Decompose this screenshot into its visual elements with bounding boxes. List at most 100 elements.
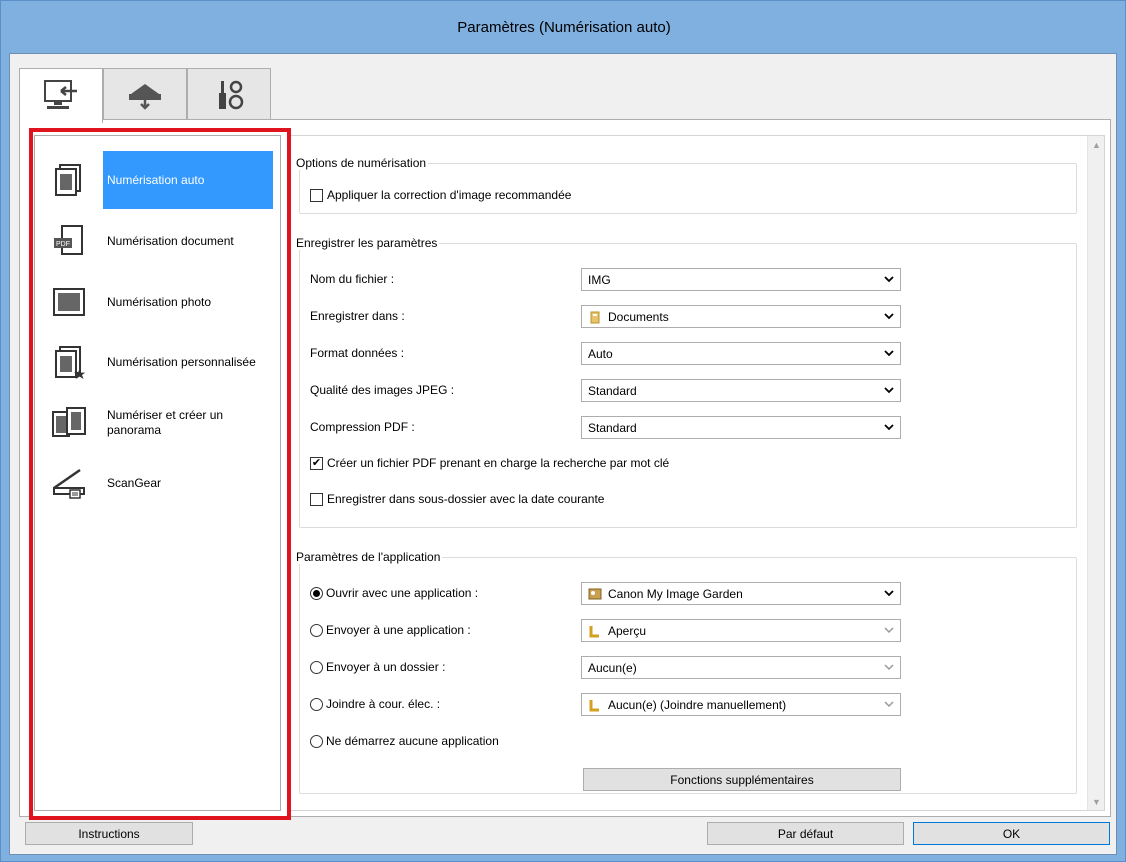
chevron-down-icon (883, 624, 895, 636)
attach-email-option[interactable]: Joindre à cour. élec. : (310, 693, 440, 715)
send-to-app-radio[interactable] (310, 623, 323, 637)
mode-item-custom-scan[interactable]: Numérisation personnalisée (35, 333, 280, 391)
folder-icon (588, 698, 602, 712)
pdf-compression-value: Standard (588, 420, 637, 435)
open-with-app-option[interactable]: Ouvrir avec une application : (310, 582, 478, 604)
save-in-label: Enregistrer dans : (310, 309, 405, 323)
no-app-option[interactable]: Ne démarrez aucune application (310, 730, 499, 752)
send-to-folder-label: Envoyer à un dossier : (326, 660, 446, 674)
tab-scan-from-panel[interactable] (103, 68, 187, 120)
send-to-app-value: Aperçu (608, 623, 647, 638)
mode-item-auto-scan[interactable]: Numérisation auto (35, 151, 280, 209)
searchable-pdf-option[interactable]: ✔ Créer un fichier PDF prenant en charge… (310, 452, 669, 474)
save-settings-group: Enregistrer les paramètres Nom du fichie… (296, 236, 1077, 528)
chevron-down-icon (883, 384, 895, 396)
chevron-down-icon (883, 421, 895, 433)
document-scan-icon: PDF (35, 222, 103, 260)
chevron-down-icon (883, 587, 895, 599)
image-garden-icon (588, 587, 602, 601)
mode-label: Numérisation auto (103, 151, 273, 209)
mode-item-photo-scan[interactable]: Numérisation photo (35, 273, 280, 331)
searchable-pdf-checkbox[interactable]: ✔ (310, 456, 323, 470)
pdf-compression-label: Compression PDF : (310, 420, 415, 434)
chevron-down-icon (883, 698, 895, 710)
jpeg-quality-label: Qualité des images JPEG : (310, 383, 455, 397)
tab-strip (19, 68, 271, 123)
data-format-value: Auto (588, 346, 613, 361)
chevron-down-icon (883, 347, 895, 359)
panorama-icon (35, 404, 103, 442)
attach-email-radio[interactable] (310, 697, 323, 711)
save-settings-legend: Enregistrer les paramètres (296, 236, 438, 250)
apply-correction-option[interactable]: Appliquer la correction d'image recomman… (310, 184, 571, 206)
scan-options-group: Options de numérisation Appliquer la cor… (296, 156, 1077, 214)
data-format-label: Format données : (310, 346, 405, 360)
mode-label: Numériser et créer un panorama (107, 408, 224, 437)
chevron-down-icon (883, 310, 895, 322)
photo-scan-icon (35, 283, 103, 321)
send-to-folder-select[interactable]: Aucun(e) (581, 656, 901, 679)
scroll-down-icon[interactable]: ▼ (1088, 793, 1104, 810)
open-with-app-value: Canon My Image Garden (608, 586, 743, 601)
subfolder-date-label: Enregistrer dans sous-dossier avec la da… (327, 492, 605, 506)
tab-general-settings[interactable] (187, 68, 271, 120)
mode-label: ScanGear (107, 475, 162, 490)
jpeg-quality-value: Standard (588, 383, 637, 398)
send-to-folder-option[interactable]: Envoyer à un dossier : (310, 656, 445, 678)
jpeg-quality-select[interactable]: Standard (581, 379, 901, 402)
no-app-label: Ne démarrez aucune application (326, 734, 499, 748)
scanner-icon (129, 83, 161, 110)
pdf-compression-select[interactable]: Standard (581, 416, 901, 439)
chevron-down-icon (883, 273, 895, 285)
send-to-app-select[interactable]: Aperçu (581, 619, 901, 642)
folder-icon (588, 624, 602, 638)
apply-correction-checkbox[interactable] (310, 188, 323, 202)
scroll-up-icon[interactable]: ▲ (1088, 136, 1104, 153)
open-with-app-radio[interactable] (310, 586, 323, 600)
save-in-select[interactable]: Documents (581, 305, 901, 328)
tab-panel: Numérisation auto PDF Numérisation docum… (19, 119, 1111, 820)
data-format-select[interactable]: Auto (581, 342, 901, 365)
svg-text:PDF: PDF (56, 241, 70, 248)
auto-scan-icon (35, 161, 103, 199)
file-name-combo[interactable]: IMG (581, 268, 901, 291)
mode-label: Numérisation document (107, 233, 234, 248)
mode-item-scangear[interactable]: ScanGear (35, 454, 280, 512)
subfolder-date-option[interactable]: Enregistrer dans sous-dossier avec la da… (310, 488, 604, 510)
send-to-folder-radio[interactable] (310, 660, 323, 674)
tools-icon (219, 80, 244, 109)
no-app-radio[interactable] (310, 734, 323, 748)
send-to-app-option[interactable]: Envoyer à une application : (310, 619, 471, 641)
mode-label: Numérisation photo (107, 294, 212, 309)
settings-window: Paramètres (Numérisation auto) Numérisat… (0, 0, 1126, 862)
app-settings-group: Paramètres de l'application Ouvrir avec … (296, 550, 1077, 794)
window-title: Paramètres (Numérisation auto) (457, 18, 671, 36)
apply-correction-label: Appliquer la correction d'image recomman… (327, 188, 572, 202)
subfolder-date-checkbox[interactable] (310, 492, 323, 506)
app-settings-legend: Paramètres de l'application (296, 550, 441, 564)
scangear-icon (35, 464, 103, 502)
more-functions-button[interactable]: Fonctions supplémentaires (583, 768, 901, 791)
open-with-app-select[interactable]: Canon My Image Garden (581, 582, 901, 605)
send-to-app-label: Envoyer à une application : (326, 623, 471, 637)
title-bar: Paramètres (Numérisation auto) (1, 1, 1126, 53)
mode-item-panorama[interactable]: Numériser et créer un panorama (35, 394, 280, 452)
mode-label: Numérisation personnalisée (107, 354, 256, 369)
save-in-value: Documents (608, 309, 669, 324)
vertical-scrollbar[interactable]: ▲ ▼ (1087, 136, 1104, 810)
searchable-pdf-label: Créer un fichier PDF prenant en charge l… (327, 456, 670, 470)
scan-mode-list: Numérisation auto PDF Numérisation docum… (34, 135, 281, 811)
send-to-folder-value: Aucun(e) (588, 660, 637, 675)
ok-button[interactable]: OK (913, 822, 1110, 845)
default-button[interactable]: Par défaut (707, 822, 904, 845)
computer-scan-icon (44, 80, 77, 109)
tab-scan-from-computer[interactable] (19, 68, 103, 123)
custom-scan-icon (35, 343, 103, 381)
scan-options-legend: Options de numérisation (296, 156, 427, 170)
attach-email-value: Aucun(e) (Joindre manuellement) (608, 697, 787, 712)
attach-email-label: Joindre à cour. élec. : (326, 697, 441, 711)
attach-email-select[interactable]: Aucun(e) (Joindre manuellement) (581, 693, 901, 716)
mode-item-document-scan[interactable]: PDF Numérisation document (35, 212, 280, 270)
chevron-down-icon (883, 661, 895, 673)
instructions-button[interactable]: Instructions (25, 822, 193, 845)
